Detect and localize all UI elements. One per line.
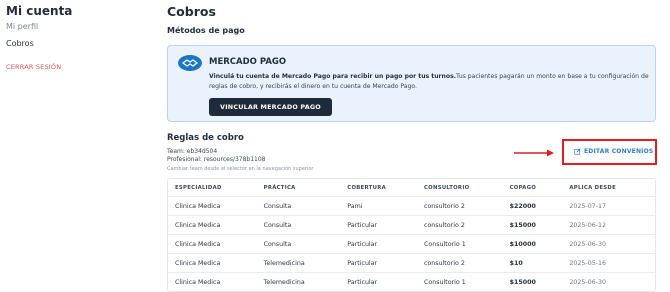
specialty-cell: Clinica Medica (175, 278, 221, 286)
mercado-pago-description: Vinculá tu cuenta de Mercado Pago para r… (209, 72, 649, 92)
sidebar-item-mi-perfil[interactable]: Mi perfil (6, 22, 38, 31)
office-cell: Consultorio 1 (423, 278, 466, 286)
rules-title: Reglas de cobro (167, 133, 244, 143)
coverage-cell: Pami (347, 202, 363, 210)
specialty-cell: Clinica Medica (175, 221, 221, 229)
copay-cell: $10000 (509, 240, 536, 248)
date-cell: 2025-06-30 (569, 240, 606, 248)
copay-cell: $10 (509, 259, 523, 267)
table-row: Clinica Medica Consulta Particular Consu… (168, 235, 655, 254)
office-cell: Consultorio 1 (423, 240, 466, 248)
date-cell: 2025-06-30 (569, 278, 606, 286)
copay-cell: $15000 (509, 221, 536, 229)
table-row: Clinica Medica Telemedicina Particular c… (168, 254, 655, 273)
date-cell: 2025-05-16 (569, 259, 606, 267)
table-row: Clinica Medica Telemedicina Particular C… (168, 273, 655, 291)
edit-icon (574, 148, 581, 155)
table-header: ESPECIALIDAD PRÁCTICA COBERTURA CONSULTO… (168, 179, 655, 197)
practice-cell: Telemedicina (263, 278, 305, 286)
coverage-cell: Particular (347, 278, 378, 286)
sidebar-item-cobros[interactable]: Cobros (6, 39, 34, 48)
team-label: Team: eb34d504 (167, 148, 218, 155)
office-cell: consultorio 2 (423, 221, 465, 229)
arrow-right-icon (514, 149, 554, 157)
payment-methods-title: Métodos de pago (167, 26, 245, 35)
column-header: APLICA DESDE (569, 184, 616, 191)
mercado-pago-description-bold: Vinculá tu cuenta de Mercado Pago para r… (209, 73, 457, 80)
copay-cell: $15000 (509, 278, 536, 286)
specialty-cell: Clinica Medica (175, 259, 221, 267)
logout-link[interactable]: CERRAR SESIÓN (6, 63, 61, 71)
practice-cell: Consulta (263, 240, 292, 248)
column-header: CONSULTORIO (423, 184, 470, 191)
date-cell: 2025-07-17 (569, 202, 606, 210)
edit-agreements-button[interactable]: EDITAR CONVENIOS (574, 148, 653, 155)
office-cell: consultorio 2 (423, 259, 465, 267)
office-cell: consultorio 2 (423, 202, 465, 210)
table-row: Clinica Medica Consulta Particular consu… (168, 216, 655, 235)
practice-cell: Consulta (263, 202, 292, 210)
sidebar-title: Mi cuenta (6, 4, 73, 18)
handshake-icon (178, 55, 202, 71)
team-hint: Cambiar team desde el selector en la nav… (167, 166, 314, 172)
column-header: COPAGO (509, 184, 537, 191)
practice-cell: Telemedicina (263, 259, 305, 267)
table-row: Clinica Medica Consulta Pami consultorio… (168, 197, 655, 216)
edit-agreements-label: EDITAR CONVENIOS (584, 148, 654, 155)
link-mercado-pago-button[interactable]: VINCULAR MERCADO PAGO (209, 98, 332, 116)
specialty-cell: Clinica Medica (175, 240, 221, 248)
coverage-cell: Particular (347, 259, 378, 267)
coverage-cell: Particular (347, 221, 378, 229)
date-cell: 2025-06-12 (569, 221, 606, 229)
column-header: PRÁCTICA (263, 184, 296, 191)
column-header: COBERTURA (347, 184, 386, 191)
rules-table: ESPECIALIDAD PRÁCTICA COBERTURA CONSULTO… (167, 178, 656, 292)
mercado-pago-title: MERCADO PAGO (209, 57, 287, 67)
copay-cell: $22000 (509, 202, 536, 210)
specialty-cell: Clinica Medica (175, 202, 221, 210)
mercado-pago-card: MERCADO PAGO Vinculá tu cuenta de Mercad… (167, 45, 656, 122)
page-title: Cobros (167, 4, 216, 19)
professional-label: Profesional: resources/378b1108 (167, 156, 266, 163)
practice-cell: Consulta (263, 221, 292, 229)
sidebar: Mi cuenta Mi perfil Cobros CERRAR SESIÓN (0, 0, 150, 288)
coverage-cell: Particular (347, 240, 378, 248)
main-content: Cobros Métodos de pago MERCADO PAGO Vinc… (167, 0, 667, 292)
column-header: ESPECIALIDAD (175, 184, 222, 191)
